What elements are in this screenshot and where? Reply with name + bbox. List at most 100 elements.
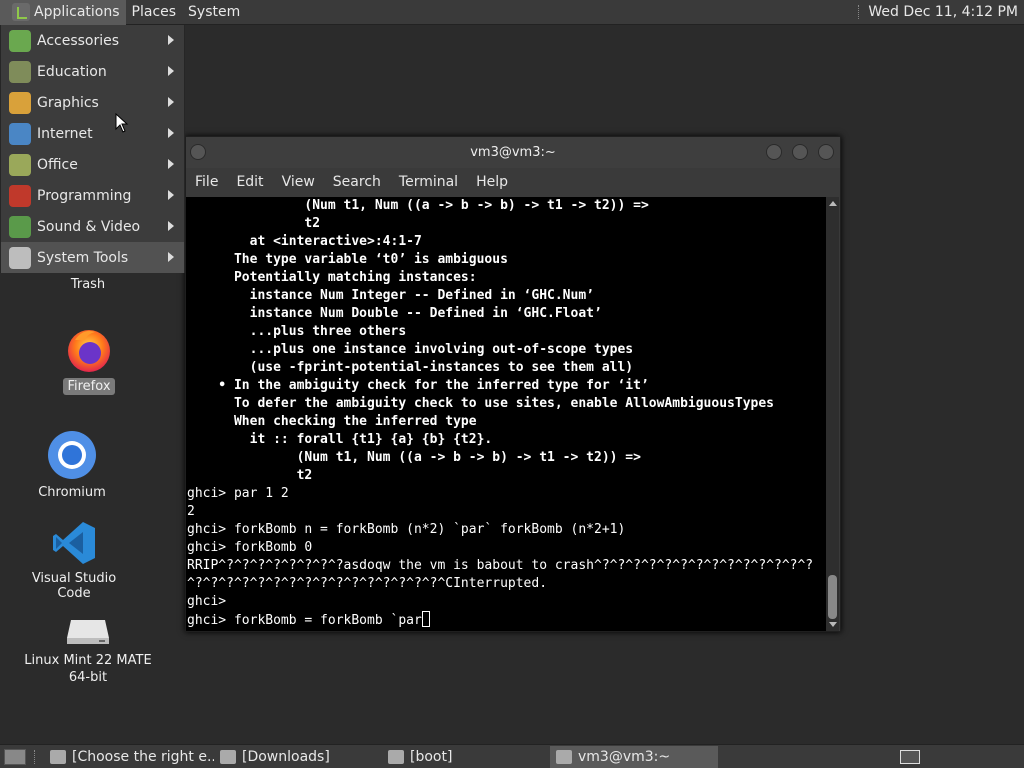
places-menu[interactable]: Places — [126, 0, 183, 25]
clock[interactable]: Wed Dec 11, 4:12 PM — [868, 4, 1018, 20]
terminal-line-text: ghci> — [187, 594, 227, 609]
terminal-line: (Num t1, Num ((a -> b -> b) -> t1 -> t2)… — [187, 197, 827, 215]
terminal-line-text: instance Num Integer -- Defined in ‘GHC.… — [187, 288, 594, 303]
programming-icon — [9, 184, 31, 207]
terminal-line: ^?^?^?^?^?^?^?^?^?^?^?^?^?^?^?^?^CInterr… — [187, 575, 827, 593]
task-list: [Choose the right e... [Downloads] [boot] v… — [44, 745, 718, 768]
system-tools-icon — [9, 246, 31, 269]
app-menu-item-internet[interactable]: Internet — [1, 118, 184, 149]
desktop-icon-trash[interactable]: Trash — [48, 276, 128, 293]
app-menu-item-programming[interactable]: Programming — [1, 180, 184, 211]
terminal-line-text: ...plus one instance involving out-of-sc… — [187, 342, 634, 357]
terminal-line-text: ghci> forkBomb = forkBomb `par — [187, 613, 422, 628]
app-menu-item-label: Education — [37, 63, 107, 80]
terminal-line: RRIP^?^?^?^?^?^?^?^?asdoqw the vm is bab… — [187, 557, 827, 575]
app-menu-item-label: Graphics — [37, 94, 99, 111]
maximize-button[interactable] — [792, 144, 808, 160]
vscode-label: Visual Studio Code — [31, 571, 117, 601]
vscode-icon — [53, 522, 95, 564]
taskbar-button[interactable]: [Choose the right e... — [44, 746, 214, 768]
show-desktop-icon[interactable] — [4, 748, 26, 765]
submenu-arrow-icon — [168, 252, 174, 262]
app-menu-item-education[interactable]: Education — [1, 56, 184, 87]
desktop-icon-drive[interactable]: Linux Mint 22 MATE 64-bit — [18, 614, 158, 686]
terminal-line-text: To defer the ambiguity check to use site… — [187, 396, 774, 411]
submenu-arrow-icon — [168, 66, 174, 76]
menu-terminal[interactable]: Terminal — [390, 174, 467, 190]
close-button[interactable] — [818, 144, 834, 160]
terminal-line: ...plus one instance involving out-of-sc… — [187, 341, 827, 359]
app-menu-item-graphics[interactable]: Graphics — [1, 87, 184, 118]
app-menu-item-accessories[interactable]: Accessories — [1, 25, 184, 56]
taskbar-button-label: [Choose the right e... — [72, 748, 214, 765]
terminal-line: ghci> — [187, 593, 827, 611]
terminal-line: instance Num Double -- Defined in ‘GHC.F… — [187, 305, 827, 323]
terminal-line-text: Potentially matching instances: — [187, 270, 477, 285]
terminal-line-text: When checking the inferred type — [187, 414, 477, 429]
drive-label: Linux Mint 22 MATE — [24, 653, 152, 668]
panel-grip — [858, 5, 860, 19]
terminal-line-text: it :: forall {t1} {a} {b} {t2}. — [187, 432, 493, 447]
terminal-line: 2 — [187, 503, 827, 521]
menu-edit[interactable]: Edit — [227, 174, 272, 190]
firefox-icon — [50, 749, 66, 764]
menu-search[interactable]: Search — [324, 174, 390, 190]
terminal-line-text: ^?^?^?^?^?^?^?^?^?^?^?^?^?^?^?^?^CInterr… — [187, 576, 548, 591]
applications-menu[interactable]: Applications — [0, 0, 126, 25]
submenu-arrow-icon — [168, 97, 174, 107]
terminal-line: ghci> forkBomb 0 — [187, 539, 827, 557]
terminal-title: vm3@vm3:~ — [470, 145, 556, 160]
minimize-button[interactable] — [766, 144, 782, 160]
drive-icon — [67, 620, 109, 644]
applications-dropdown: Accessories Education Graphics Internet Offi… — [0, 25, 185, 273]
accessories-icon — [9, 29, 31, 52]
trash-label: Trash — [70, 277, 106, 292]
taskbar-button[interactable]: [Downloads] — [214, 746, 382, 768]
applications-menu-label: Applications — [34, 4, 120, 20]
workspace-switcher-icon[interactable] — [900, 749, 920, 764]
terminal-scrollbar[interactable] — [826, 197, 839, 631]
terminal-window[interactable]: vm3@vm3:~ File Edit View Search Terminal… — [185, 136, 841, 632]
panel-grip-bottom — [34, 749, 36, 764]
firefox-icon — [68, 330, 110, 372]
terminal-line: The type variable ‘t0’ is ambiguous — [187, 251, 827, 269]
taskbar-button-label: vm3@vm3:~ — [578, 748, 671, 765]
folder-icon — [220, 749, 236, 764]
terminal-line: t2 — [187, 467, 827, 485]
window-menu-button[interactable] — [190, 144, 206, 160]
desktop-icon-chromium[interactable]: Chromium — [32, 430, 112, 501]
terminal-line-text: (Num t1, Num ((a -> b -> b) -> t1 -> t2)… — [187, 450, 641, 465]
submenu-arrow-icon — [168, 221, 174, 231]
scroll-up-icon[interactable] — [829, 201, 837, 206]
terminal-output[interactable]: (Num t1, Num ((a -> b -> b) -> t1 -> t2)… — [186, 197, 827, 631]
terminal-line-text: (Num t1, Num ((a -> b -> b) -> t1 -> t2)… — [187, 198, 649, 213]
app-menu-item-label: Accessories — [37, 32, 120, 49]
menu-file[interactable]: File — [186, 174, 227, 190]
education-icon — [9, 60, 31, 83]
terminal-line: ...plus three others — [187, 323, 827, 341]
scrollbar-thumb[interactable] — [828, 575, 837, 619]
submenu-arrow-icon — [168, 190, 174, 200]
app-menu-item-label: Programming — [37, 187, 132, 204]
folder-icon — [388, 749, 404, 764]
menu-view[interactable]: View — [273, 174, 324, 190]
desktop-icon-firefox[interactable]: Firefox — [44, 326, 134, 395]
scroll-down-icon[interactable] — [829, 622, 837, 627]
terminal-titlebar[interactable]: vm3@vm3:~ — [186, 137, 840, 168]
system-menu[interactable]: System — [182, 0, 246, 25]
mouse-pointer-icon — [115, 113, 129, 133]
app-menu-item-system-tools[interactable]: System Tools — [1, 242, 184, 273]
terminal-line-text: • In the ambiguity check for the inferre… — [187, 378, 649, 393]
app-menu-item-sound-video[interactable]: Sound & Video — [1, 211, 184, 242]
terminal-line: Potentially matching instances: — [187, 269, 827, 287]
app-menu-item-label: Office — [37, 156, 78, 173]
desktop-icon-vscode[interactable]: Visual Studio Code — [10, 520, 138, 602]
menu-help[interactable]: Help — [467, 174, 517, 190]
mint-logo-icon — [12, 3, 30, 21]
app-menu-item-office[interactable]: Office — [1, 149, 184, 180]
taskbar-button[interactable]: vm3@vm3:~ — [550, 745, 718, 768]
office-icon — [9, 153, 31, 176]
taskbar-button[interactable]: [boot] — [382, 746, 550, 768]
terminal-line-text: ghci> par 1 2 — [187, 486, 289, 501]
app-menu-item-label: System Tools — [37, 249, 129, 266]
